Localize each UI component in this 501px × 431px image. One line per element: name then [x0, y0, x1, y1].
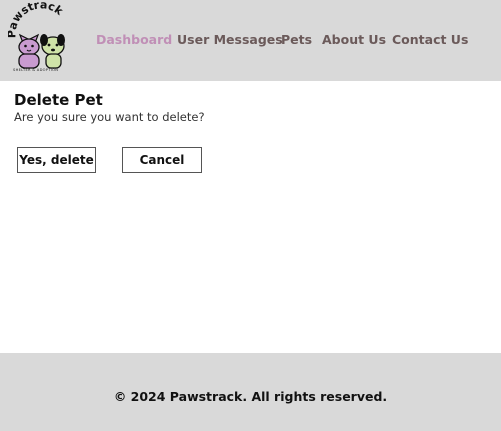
nav-dashboard[interactable]: Dashboard — [96, 32, 172, 47]
nav-user-messages[interactable]: User Messages — [177, 32, 283, 47]
svg-text:Pawstrack: Pawstrack — [8, 2, 66, 38]
nav-contact-us[interactable]: Contact Us — [392, 32, 468, 47]
cancel-button[interactable]: Cancel — [122, 147, 202, 173]
nav-about-us[interactable]: About Us — [322, 32, 386, 47]
nav-pets[interactable]: Pets — [281, 32, 312, 47]
site-footer: © 2024 Pawstrack. All rights reserved. — [0, 353, 501, 431]
cat-dog-logo-icon: Pawstrack — [5, 0, 66, 69]
site-header: Pawstrack SHELTER & ADOPTION Dashboard U… — [0, 0, 501, 81]
logo-tagline: SHELTER & ADOPTION — [13, 68, 59, 72]
copyright-text: © 2024 Pawstrack. All rights reserved. — [113, 388, 388, 404]
delete-pet-panel: Delete Pet Are you sure you want to dele… — [0, 81, 501, 353]
confirm-delete-button[interactable]: Yes, delete — [17, 147, 96, 173]
page-title: Delete Pet — [14, 91, 103, 109]
confirm-message: Are you sure you want to delete? — [14, 110, 205, 124]
pawstrack-logo[interactable]: Pawstrack — [5, 0, 72, 76]
